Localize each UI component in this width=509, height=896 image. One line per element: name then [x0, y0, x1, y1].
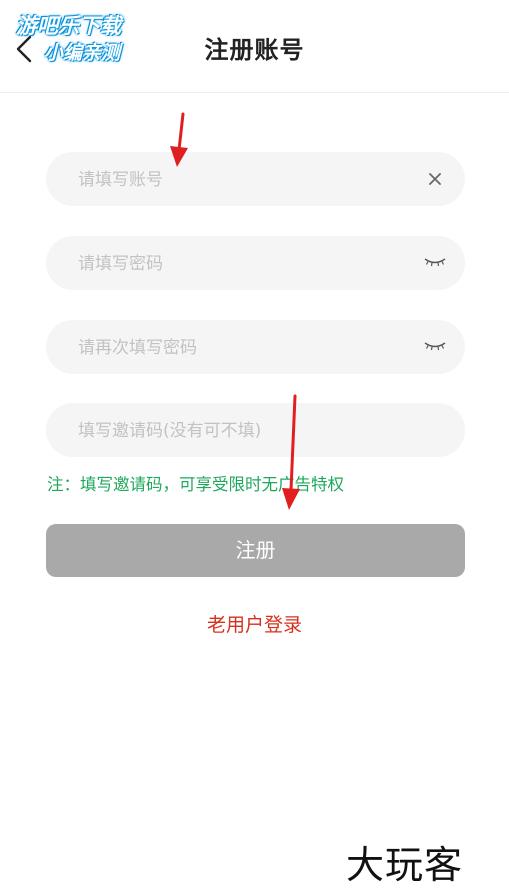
account-input[interactable] — [76, 152, 420, 208]
watermark-line-1: 游吧乐下载 — [16, 14, 121, 38]
register-button[interactable]: 注册 — [46, 524, 465, 577]
password-visibility-toggle[interactable] — [423, 251, 447, 275]
confirm-password-input[interactable] — [76, 320, 420, 376]
watermark-line-2: 小编亲测 — [44, 42, 121, 64]
close-icon — [429, 173, 441, 185]
invite-code-note: 注：填写邀请码，可享受限时无广告特权 — [47, 475, 344, 494]
clear-button[interactable] — [423, 167, 447, 191]
password-field[interactable] — [46, 236, 465, 292]
invite-code-field[interactable] — [46, 403, 465, 459]
existing-user-login-link[interactable]: 老用户登录 — [0, 610, 509, 637]
password-input[interactable] — [76, 236, 420, 292]
confirm-password-field[interactable] — [46, 320, 465, 376]
watermark-logo: 游吧乐下载 小编亲测 — [14, 6, 149, 66]
account-field[interactable] — [46, 152, 465, 208]
eye-closed-icon — [424, 258, 446, 267]
invite-code-input[interactable] — [76, 403, 420, 459]
confirm-password-visibility-toggle[interactable] — [423, 335, 447, 359]
brand-watermark: 大玩客 — [346, 843, 464, 887]
eye-closed-icon — [424, 342, 446, 351]
